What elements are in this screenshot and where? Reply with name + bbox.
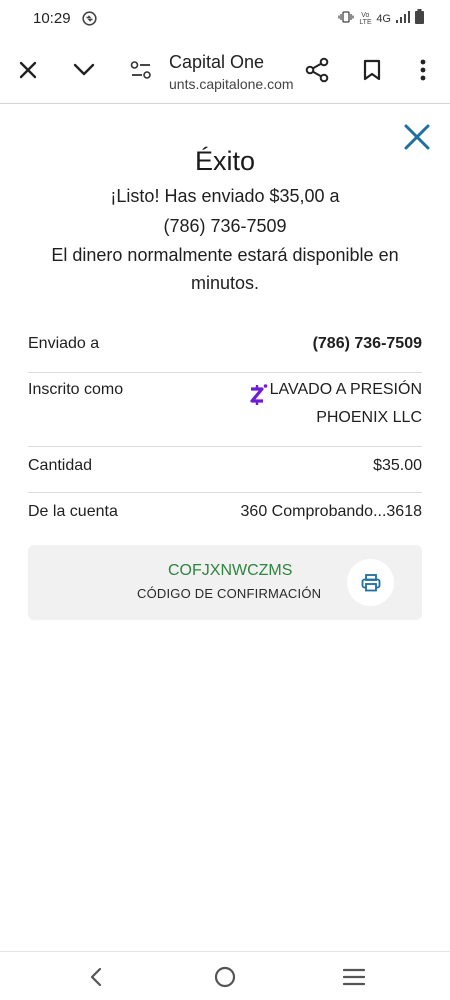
recents-icon: [343, 968, 365, 986]
back-icon: [90, 967, 102, 987]
confirmation-code-card: COFJXNWCZMS CÓDIGO DE CONFIRMACIÓN: [28, 545, 422, 620]
sent-to-label: Enviado a: [28, 335, 100, 352]
nav-home-button[interactable]: [210, 962, 240, 992]
network-type: 4G: [376, 13, 391, 25]
signal-icon: [396, 10, 410, 28]
battery-icon: [415, 9, 424, 29]
confirmation-code: COFJXNWCZMS: [168, 562, 293, 579]
share-button[interactable]: [299, 52, 335, 88]
success-message-line-2: (786) 736-7509: [163, 216, 287, 236]
nav-back-button[interactable]: [81, 962, 111, 992]
amount-value: $35.00: [373, 457, 422, 474]
success-message-line-1: ¡Listo! Has enviado $35,00 a: [110, 186, 340, 206]
home-icon: [214, 966, 236, 988]
close-tab-button[interactable]: [10, 52, 46, 88]
detail-row-amount: Cantidad $35.00: [28, 447, 422, 493]
enrolled-as-value-line-1: LAVADO A PRESIÓN: [269, 381, 422, 398]
bookmark-icon: [363, 59, 381, 81]
site-settings-button[interactable]: [123, 52, 159, 88]
status-time: 10:29: [33, 10, 71, 27]
status-indicators: Vo LTE 4G: [338, 9, 424, 29]
detail-row-sent-to: Enviado a (786) 736-7509: [28, 323, 422, 373]
from-account-value: 360 Comprobando...3618: [240, 503, 422, 520]
from-account-label: De la cuenta: [28, 503, 118, 520]
vibrate-icon: [338, 10, 354, 28]
nav-recents-button[interactable]: [339, 962, 369, 992]
printer-icon: [361, 573, 380, 591]
page-url: unts.capitalone.com: [169, 76, 294, 92]
page-title: Capital One: [169, 52, 265, 72]
success-message-line-3: El dinero normalmente estará disponible …: [51, 245, 399, 265]
enrolled-as-value-line-2: PHOENIX LLC: [316, 409, 422, 426]
amount-label: Cantidad: [28, 457, 93, 474]
zelle-icon: [248, 383, 268, 407]
tune-icon: [130, 61, 151, 79]
more-options-button[interactable]: [405, 52, 441, 88]
share-icon: [305, 57, 329, 83]
sent-to-value: (786) 736-7509: [312, 335, 422, 352]
close-icon: [19, 61, 37, 79]
success-heading: Éxito: [194, 146, 256, 176]
confirmation-code-label: CÓDIGO DE CONFIRMACIÓN: [137, 586, 322, 601]
detail-row-from-account: De la cuenta 360 Comprobando...3618: [28, 493, 422, 531]
system-nav-bar: [0, 951, 450, 1000]
bookmark-button[interactable]: [354, 52, 390, 88]
enrolled-as-label: Inscrito como: [28, 381, 124, 398]
minimize-button[interactable]: [66, 52, 102, 88]
browser-toolbar: Capital One unts.capitalone.com: [0, 38, 450, 104]
detail-row-enrolled-as: Inscrito como LAVADO A PRESIÓN PHOENIX L…: [28, 373, 422, 447]
more-vert-icon: [420, 59, 426, 81]
notification-app-icon: [82, 11, 97, 26]
success-message-line-4: minutos.: [190, 273, 260, 293]
status-bar: 10:29 Vo LTE 4G: [0, 0, 450, 38]
volte-indicator: Vo LTE: [359, 12, 372, 26]
print-button[interactable]: [347, 559, 394, 606]
chevron-down-icon: [73, 63, 95, 76]
